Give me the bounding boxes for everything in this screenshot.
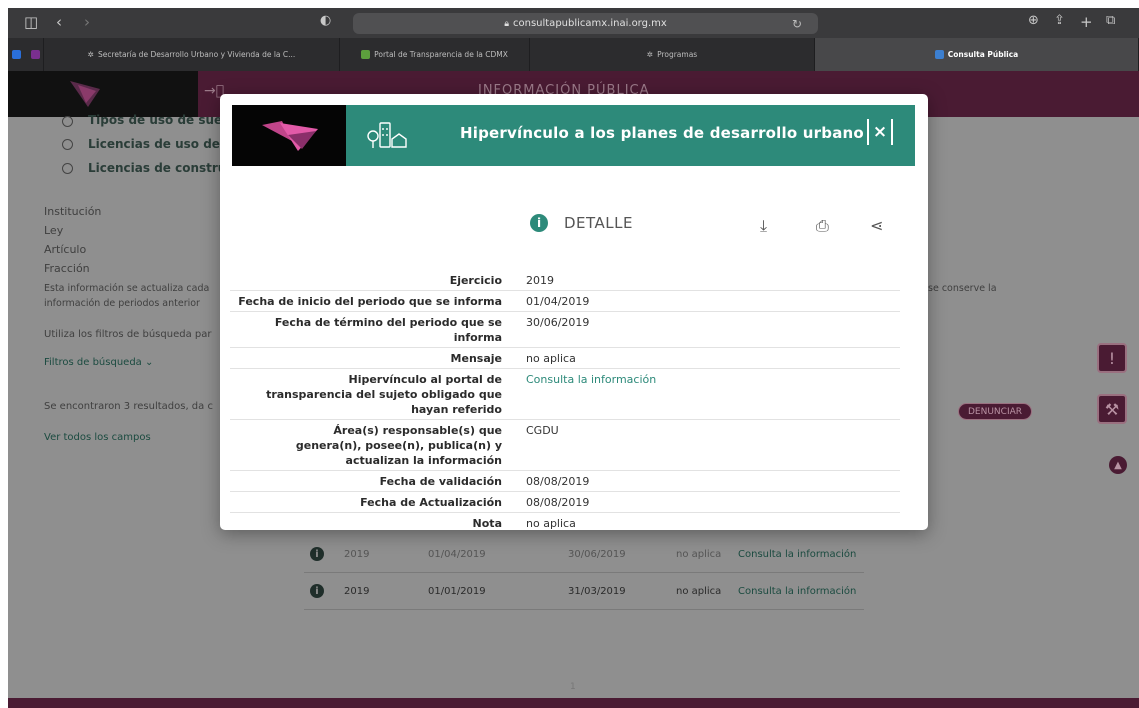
filters-link[interactable]: Filtros de búsqueda ⌄ (44, 357, 153, 368)
radio-label: Tipos de uso de suelo (88, 113, 235, 127)
modal-header: Hipervínculo a los planes de desarrollo … (232, 105, 915, 166)
scroll-top-icon[interactable]: ▲ (1109, 456, 1127, 474)
update-note: información de periodos anterior (44, 298, 200, 309)
alert-icon[interactable]: ! (1097, 343, 1127, 373)
tab-portal-transparencia[interactable]: Portal de Transparencia de la CDMX (340, 38, 530, 71)
detail-label: DETALLE (564, 214, 633, 232)
sidebar-icon[interactable]: ◫ (24, 13, 38, 31)
consulta-link[interactable]: Consulta la información (738, 549, 856, 560)
lock-icon: 🔒︎ (504, 18, 509, 29)
table-row: Fecha de término del periodo que se info… (230, 312, 900, 348)
new-tab-icon[interactable]: + (1080, 13, 1093, 31)
detail-heading: i DETALLE (530, 214, 633, 232)
radio-option[interactable] (62, 163, 73, 174)
tab-consulta-publica[interactable]: Consulta Pública (815, 38, 1139, 71)
favicon-icon (934, 50, 944, 59)
table-row: Ejercicio 2019 (230, 270, 900, 291)
downloads-icon[interactable]: ⊕ (1028, 13, 1039, 28)
consulta-link[interactable]: Consulta la información (516, 372, 900, 417)
brand-logo-icon (262, 121, 318, 151)
favicon-icon: ✲ (87, 50, 94, 59)
favicon-icon (361, 50, 371, 59)
tab-overview-icon[interactable]: ⧉ (1106, 13, 1115, 28)
brand-logo-icon (70, 81, 100, 107)
pagination-page[interactable]: 1 (570, 682, 576, 692)
site-footer (8, 698, 1139, 708)
back-icon[interactable]: ‹ (56, 13, 62, 31)
modal-title-bar: Hipervínculo a los planes de desarrollo … (346, 105, 915, 166)
info-icon[interactable]: i (310, 584, 324, 598)
address-bar[interactable]: 🔒︎ consultapublicamx.inai.org.mx ↻ (353, 13, 818, 34)
reload-icon[interactable]: ↻ (792, 17, 802, 31)
close-button[interactable]: × (867, 119, 893, 145)
table-row: Nota no aplica (230, 513, 900, 530)
detail-modal: Hipervínculo a los planes de desarrollo … (220, 94, 928, 530)
site-logo (8, 71, 198, 117)
radio-label: Licencias de uso de su (88, 137, 240, 151)
table-row: i 2019 01/04/2019 30/06/2019 no aplica C… (304, 537, 864, 573)
table-row: Fecha de inicio del periodo que se infor… (230, 291, 900, 312)
table-row: Mensaje no aplica (230, 348, 900, 369)
update-note: Esta información se actualiza cada (44, 283, 210, 294)
filter-hint: Utiliza los filtros de búsqueda par (44, 329, 212, 340)
tab-seduvi[interactable]: ✲ Secretaría de Desarrollo Urbano y Vivi… (44, 38, 340, 71)
table-row: Hipervínculo al portal de transparencia … (230, 369, 900, 420)
modal-title: Hipervínculo a los planes de desarrollo … (460, 124, 864, 142)
download-icon[interactable]: ⤓ (760, 216, 767, 236)
radio-option[interactable] (62, 139, 73, 150)
tab-bar: ✲ Secretaría de Desarrollo Urbano y Vivi… (8, 38, 1139, 71)
results-count: Se encontraron 3 resultados, da c (44, 401, 213, 412)
share-icon[interactable]: ⋖ (870, 216, 883, 235)
print-icon[interactable]: ⎙ (816, 216, 829, 236)
chevron-down-icon: ⌄ (144, 357, 154, 368)
meta-label: Ley (44, 224, 64, 237)
info-icon: i (530, 214, 548, 232)
radio-option[interactable] (62, 116, 73, 127)
modal-logo (232, 105, 346, 166)
table-row: i 2019 01/01/2019 31/03/2019 no aplica C… (304, 574, 864, 610)
forward-icon[interactable]: › (84, 13, 90, 31)
browser-toolbar: ◫ ‹ › ◐ 🔒︎ consultapublicamx.inai.org.mx… (8, 8, 1139, 38)
table-row: Área(s) responsable(s) que genera(n), po… (230, 420, 900, 471)
consulta-link[interactable]: Consulta la información (738, 586, 856, 597)
outlook-icon (11, 50, 21, 59)
building-icon (367, 122, 407, 148)
favicon-icon: ✲ (646, 50, 654, 59)
table-row: Fecha de validación 08/08/2019 (230, 471, 900, 492)
info-icon[interactable]: i (310, 547, 324, 561)
privacy-shield-icon[interactable]: ◐ (320, 13, 331, 28)
update-note: se conserve la (928, 283, 997, 294)
share-icon[interactable]: ⇪ (1054, 13, 1065, 28)
url-text: consultapublicamx.inai.org.mx (512, 18, 667, 29)
meta-label: Artículo (44, 243, 87, 256)
detail-table: Ejercicio 2019 Fecha de inicio del perio… (230, 270, 900, 530)
table-row: Fecha de Actualización 08/08/2019 (230, 492, 900, 513)
meta-label: Institución (44, 205, 102, 218)
pinned-tabs[interactable] (8, 38, 44, 71)
denunciar-button[interactable]: DENUNCIAR (958, 403, 1032, 420)
wrench-icon[interactable]: ⚒ (1097, 394, 1127, 424)
meta-label: Fracción (44, 262, 90, 275)
radio-label: Licencias de construcc (88, 161, 241, 175)
view-all-fields-link[interactable]: Ver todos los campos (44, 432, 151, 443)
tab-programas[interactable]: ✲ Programas (530, 38, 815, 71)
mail-icon (30, 50, 40, 59)
